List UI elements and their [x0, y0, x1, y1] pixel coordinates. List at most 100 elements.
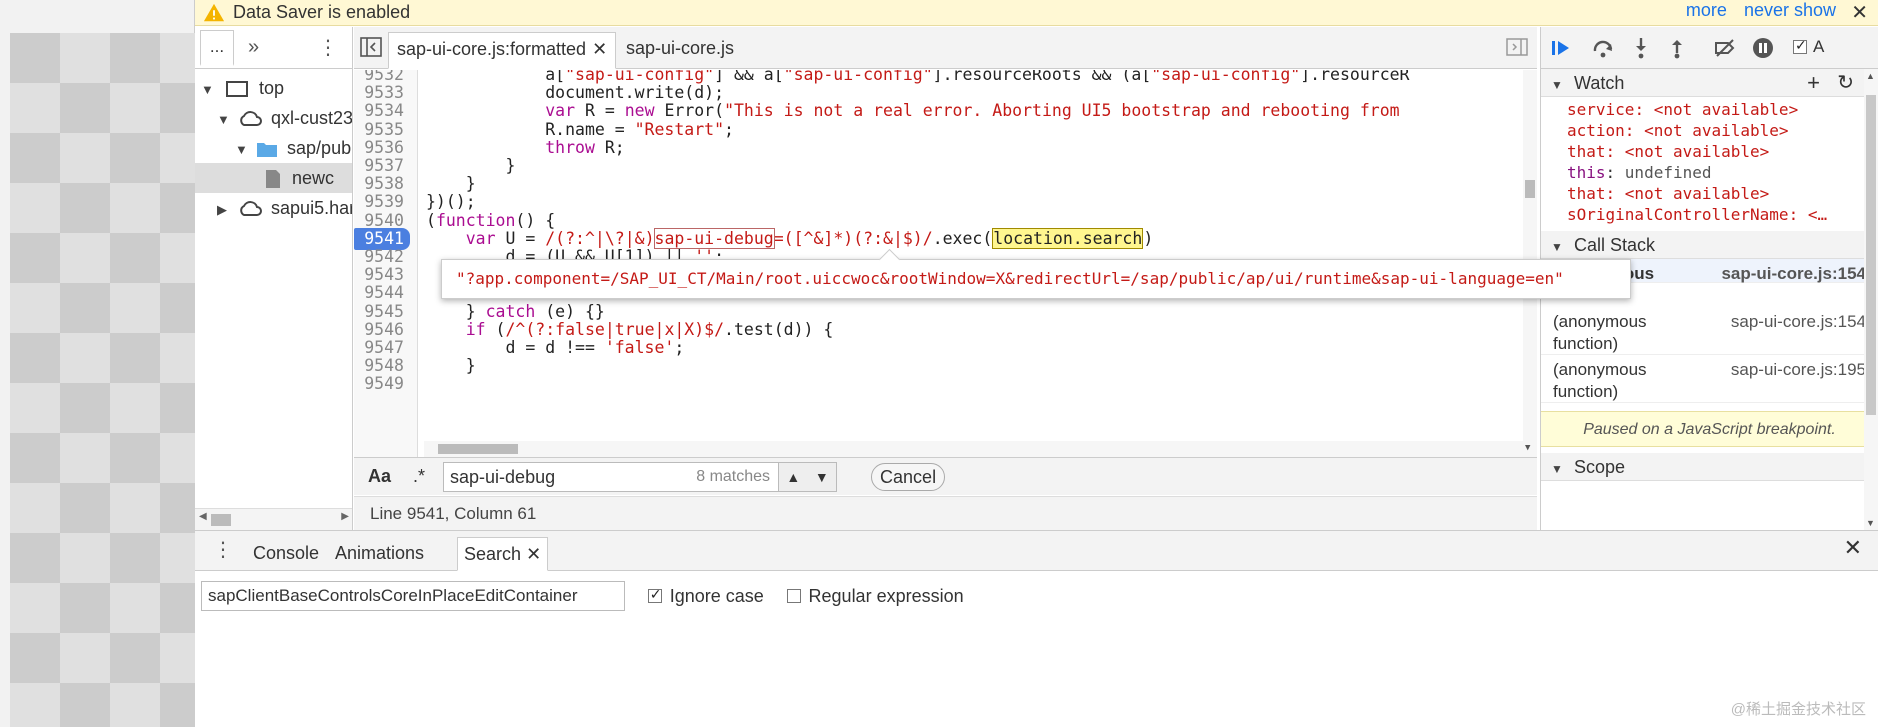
infobar-close-icon[interactable]: ✕ [1851, 0, 1868, 25]
infobar-message: Data Saver is enabled [233, 2, 411, 22]
line-number[interactable]: 9549 [354, 373, 410, 395]
search-panel: sapClientBaseControlsCoreInPlaceEditCont… [195, 571, 1878, 727]
scope-section-header[interactable]: ▼ Scope [1541, 453, 1878, 481]
debugger-toolbar: A [1541, 27, 1878, 69]
resume-icon[interactable] [1549, 36, 1573, 60]
close-tab-icon[interactable]: ✕ [526, 544, 541, 564]
callstack-frame[interactable]: (anonymous function) sap-ui-core.js:195 [1541, 355, 1878, 403]
search-input[interactable]: sapClientBaseControlsCoreInPlaceEditCont… [201, 581, 625, 611]
watch-key: action [1567, 121, 1625, 140]
chevron-double-right-icon[interactable]: » [248, 36, 259, 59]
tab-console[interactable]: Console [247, 537, 325, 571]
editor-horizontal-scrollbar[interactable] [424, 441, 1524, 457]
scrollbar-thumb[interactable] [211, 514, 231, 526]
watch-item[interactable]: action: <not available> [1567, 120, 1878, 141]
watch-item[interactable]: service: <not available> [1567, 99, 1878, 120]
tree-item-domain[interactable]: ▼ qxl-cust23 [195, 103, 352, 133]
tree-item-domain[interactable]: ▶ sapui5.har [195, 193, 352, 223]
data-saver-infobar: Data Saver is enabled more never show ✕ [195, 0, 1878, 26]
step-into-icon[interactable] [1629, 36, 1653, 60]
cancel-button[interactable]: Cancel [871, 462, 946, 491]
step-out-icon[interactable] [1665, 36, 1689, 60]
watch-value: <not available> [1653, 100, 1799, 119]
kebab-menu-icon[interactable]: ⋮ [213, 537, 233, 562]
watch-item[interactable]: sOriginalControllerName: <… [1567, 204, 1878, 225]
infobar-more-link[interactable]: more [1686, 0, 1727, 20]
scope-title: Scope [1574, 457, 1626, 477]
tree-item-file[interactable]: newc [195, 163, 352, 193]
scroll-left-icon[interactable]: ◀ [199, 511, 207, 522]
file-tree: ▼ top ▼ qxl-cust23 ▼ sap/pub newc ▶ sapu… [195, 69, 352, 223]
tree-item-top[interactable]: ▼ top [195, 73, 352, 103]
regex-checkbox[interactable] [786, 589, 801, 603]
toggle-navigator-icon[interactable] [358, 33, 384, 61]
watch-list: service: <not available> action: <not av… [1541, 97, 1878, 225]
refresh-icon[interactable]: ↻ [1837, 69, 1854, 97]
kebab-menu-icon[interactable]: ⋮ [318, 35, 338, 60]
match-case-toggle[interactable]: Aa [368, 466, 391, 487]
callstack-frame[interactable]: (anonymous function) sap-ui-core.js:154 [1541, 307, 1878, 355]
watch-item[interactable]: that: <not available> [1567, 183, 1878, 204]
expand-triangle-icon[interactable]: ▼ [201, 75, 214, 105]
find-nav-buttons: ▲ ▼ [779, 461, 838, 492]
tree-item-label: sap/pub [287, 138, 352, 158]
ignore-case-checkbox[interactable] [647, 586, 662, 603]
watch-value: undefined [1624, 163, 1712, 182]
find-input[interactable]: sap-ui-debug 8 matches [443, 461, 780, 492]
folder-icon [257, 143, 278, 158]
watch-key: sOriginalControllerName [1567, 205, 1789, 224]
tab-sap-ui-core-formatted[interactable]: sap-ui-core.js:formatted ✕ [388, 32, 617, 69]
expand-triangle-icon[interactable]: ▼ [217, 105, 230, 135]
tab-search[interactable]: Search ✕ [457, 537, 549, 571]
scrollbar-thumb[interactable] [1866, 95, 1876, 415]
tab-label: sap-ui-core.js:formatted [397, 39, 587, 59]
scroll-up-icon[interactable]: ▲ [1866, 71, 1875, 81]
regex-label: Regular expression [808, 585, 964, 606]
sidebar-vertical-scrollbar[interactable]: ▲ ▼ [1864, 69, 1878, 530]
collapse-triangle-icon[interactable]: ▶ [217, 195, 229, 225]
navigator-more-tabs[interactable]: ... [200, 29, 234, 66]
scrollbar-thumb[interactable] [438, 444, 518, 454]
watch-item[interactable]: that: <not available> [1567, 141, 1878, 162]
expand-triangle-icon: ▼ [1551, 240, 1563, 254]
expand-triangle-icon[interactable]: ▼ [235, 135, 248, 165]
tree-item-label: qxl-cust23 [271, 108, 353, 128]
scroll-down-icon[interactable]: ▼ [1866, 518, 1875, 528]
paused-message: Paused on a JavaScript breakpoint. [1541, 411, 1878, 447]
regex-toggle[interactable]: .* [413, 466, 425, 487]
close-drawer-icon[interactable]: ✕ [1844, 535, 1862, 561]
tree-item-label: newc [292, 168, 335, 188]
scrollbar-thumb[interactable] [1525, 180, 1535, 198]
infobar-never-show-link[interactable]: never show [1744, 0, 1836, 20]
close-tab-icon[interactable]: ✕ [592, 39, 607, 59]
frame-location[interactable]: sap-ui-core.js:154 [1721, 263, 1866, 285]
code-line[interactable]: 9549 [354, 373, 1524, 395]
tree-item-folder[interactable]: ▼ sap/pub [195, 133, 352, 163]
watch-key: that [1567, 184, 1606, 203]
callstack-section-header[interactable]: ▼ Call Stack [1541, 231, 1878, 259]
tab-sap-ui-core[interactable]: sap-ui-core.js [618, 32, 742, 69]
navigator-horizontal-scrollbar[interactable]: ◀ ▶ [195, 508, 352, 530]
pause-on-exceptions-icon[interactable] [1751, 36, 1775, 60]
cloud-icon [240, 201, 262, 217]
watch-item[interactable]: this: undefined [1567, 162, 1878, 183]
transparent-background [10, 33, 195, 727]
scroll-right-icon[interactable]: ▶ [341, 511, 349, 522]
frame-function: (anonymous function) [1553, 312, 1647, 353]
async-checkbox[interactable] [1793, 37, 1807, 54]
find-previous-icon[interactable]: ▲ [786, 469, 800, 485]
frame-location[interactable]: sap-ui-core.js:154 [1731, 311, 1866, 333]
scroll-down-icon[interactable]: ▼ [1525, 443, 1530, 453]
add-watch-icon[interactable]: + [1807, 69, 1820, 97]
find-next-icon[interactable]: ▼ [815, 469, 829, 485]
callstack-title: Call Stack [1574, 235, 1656, 255]
step-over-icon[interactable] [1591, 36, 1615, 60]
tab-animations[interactable]: Animations [329, 537, 430, 571]
toggle-debugger-icon[interactable] [1505, 35, 1529, 59]
editor-tabstrip: sap-ui-core.js:formatted ✕ sap-ui-core.js [354, 27, 1537, 69]
deactivate-breakpoints-icon[interactable] [1713, 36, 1737, 60]
tree-item-label: top [259, 78, 285, 98]
watch-section-header[interactable]: ▼ Watch + ↻ [1541, 69, 1878, 97]
frame-location[interactable]: sap-ui-core.js:195 [1731, 359, 1866, 381]
async-label: A [1813, 37, 1825, 56]
